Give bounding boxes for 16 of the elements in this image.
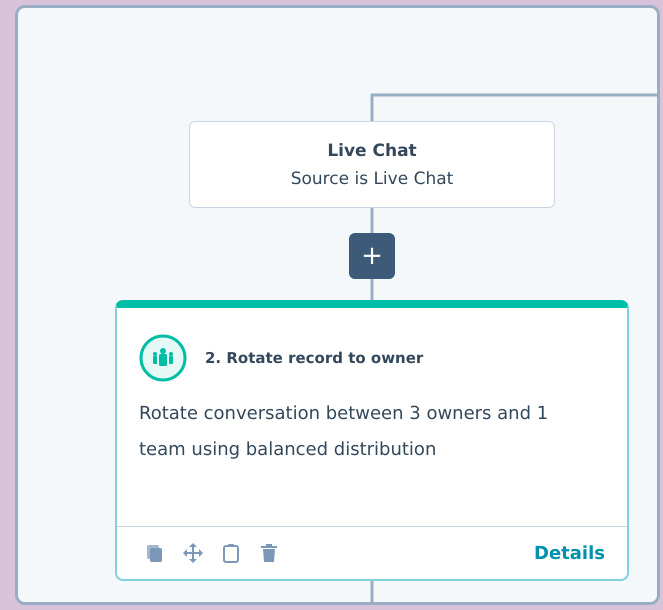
clipboard-icon[interactable] (221, 543, 241, 563)
trigger-node[interactable]: Live Chat Source is Live Chat (189, 121, 555, 208)
copy-icon[interactable] (145, 543, 165, 563)
connector-line (370, 581, 374, 602)
action-card[interactable]: 2. Rotate record to owner Rotate conversation between 3 owners and 1 team using balanced distribution Details (115, 300, 629, 581)
add-step-button[interactable]: + (349, 233, 395, 279)
trash-icon[interactable] (259, 543, 279, 563)
node-subtitle: Source is Live Chat (290, 168, 454, 188)
card-title: 2. Rotate record to owner (205, 349, 424, 367)
details-link[interactable]: Details (534, 542, 605, 564)
team-icon (139, 334, 187, 382)
node-title: Live Chat (327, 140, 417, 160)
move-icon[interactable] (183, 543, 203, 563)
connector-line (370, 279, 374, 300)
connector-line (370, 208, 374, 233)
card-description: Rotate conversation between 3 owners and 1 team using balanced distribution (138, 402, 550, 462)
